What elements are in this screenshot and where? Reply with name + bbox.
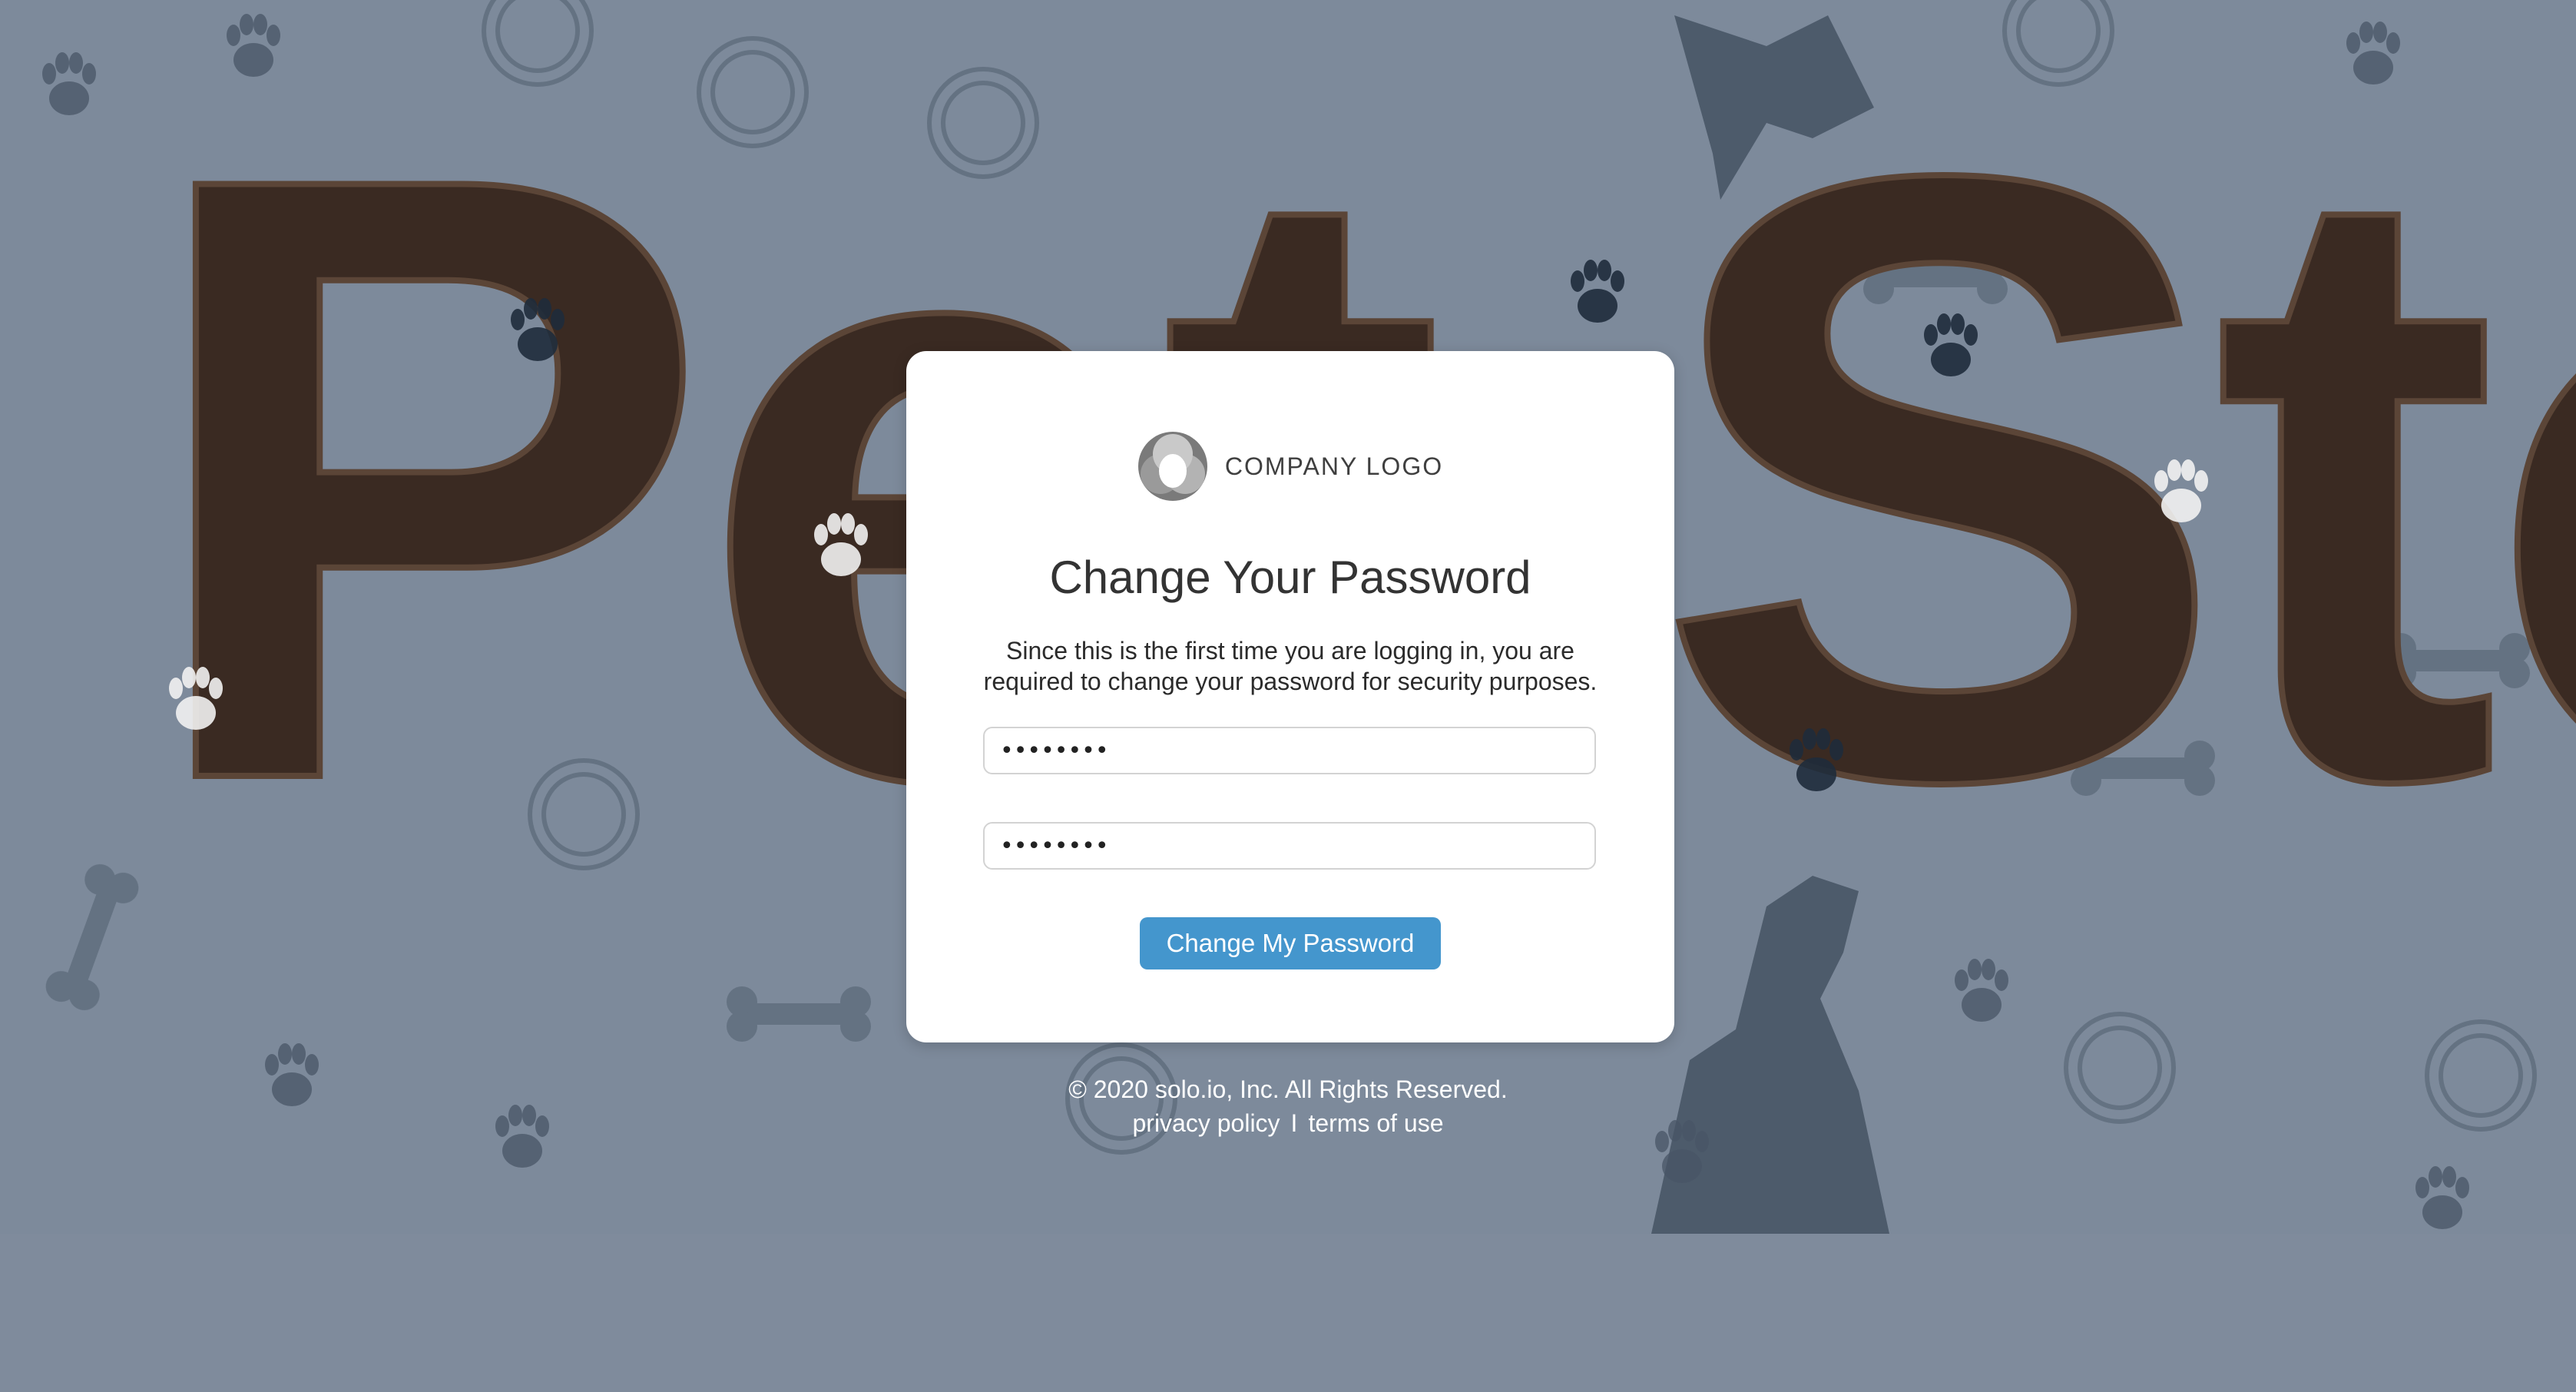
privacy-policy-link[interactable]: privacy policy: [1132, 1109, 1280, 1137]
company-logo-icon: [1137, 432, 1207, 501]
instructions-text: Since this is the first time you are log…: [983, 637, 1598, 695]
company-logo: COMPANY LOGO: [906, 431, 1674, 502]
terms-of-use-link[interactable]: terms of use: [1308, 1109, 1443, 1137]
company-logo-text: COMPANY LOGO: [1224, 452, 1444, 480]
background-footer-band: [0, 1234, 2576, 1392]
footer-links: privacy policy Iterms of use: [0, 1106, 2576, 1140]
copyright-text: © 2020 solo.io, Inc. All Rights Reserved…: [1068, 1075, 1508, 1103]
page-footer: © 2020 solo.io, Inc. All Rights Reserved…: [0, 1072, 2576, 1140]
change-password-card: COMPANY LOGO Change Your Password Since …: [906, 351, 1674, 1042]
new-password-field[interactable]: [983, 727, 1596, 774]
confirm-password-field[interactable]: [983, 822, 1596, 870]
change-password-button[interactable]: Change My Password: [1140, 917, 1441, 969]
footer-separator: I: [1290, 1109, 1298, 1137]
page-title: Change Your Password: [1049, 552, 1531, 603]
